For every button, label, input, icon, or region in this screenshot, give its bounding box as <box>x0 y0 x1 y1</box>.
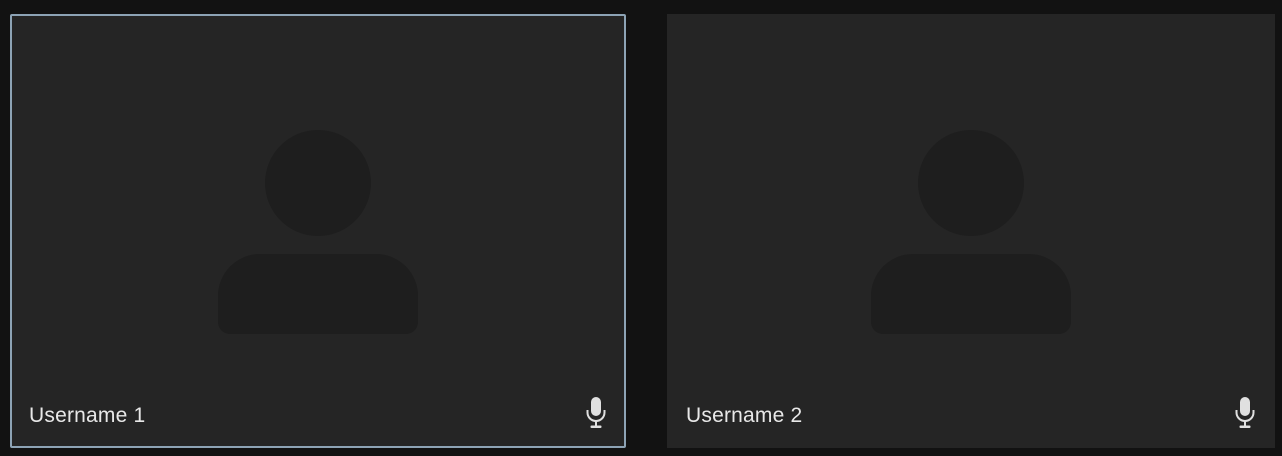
avatar-head <box>265 130 371 236</box>
video-grid: Username 1 Username 2 <box>0 0 1282 456</box>
avatar-head <box>918 130 1024 236</box>
avatar-body <box>871 254 1071 334</box>
participant-tile-2[interactable]: Username 2 <box>667 14 1275 448</box>
person-placeholder-icon <box>871 130 1071 334</box>
participant-tile-1[interactable]: Username 1 <box>10 14 626 448</box>
participant-name: Username 2 <box>686 404 803 427</box>
avatar-body <box>218 254 418 334</box>
participant-name: Username 1 <box>29 404 146 427</box>
microphone-icon[interactable] <box>584 396 608 430</box>
person-placeholder-icon <box>218 130 418 334</box>
microphone-icon[interactable] <box>1233 396 1257 430</box>
